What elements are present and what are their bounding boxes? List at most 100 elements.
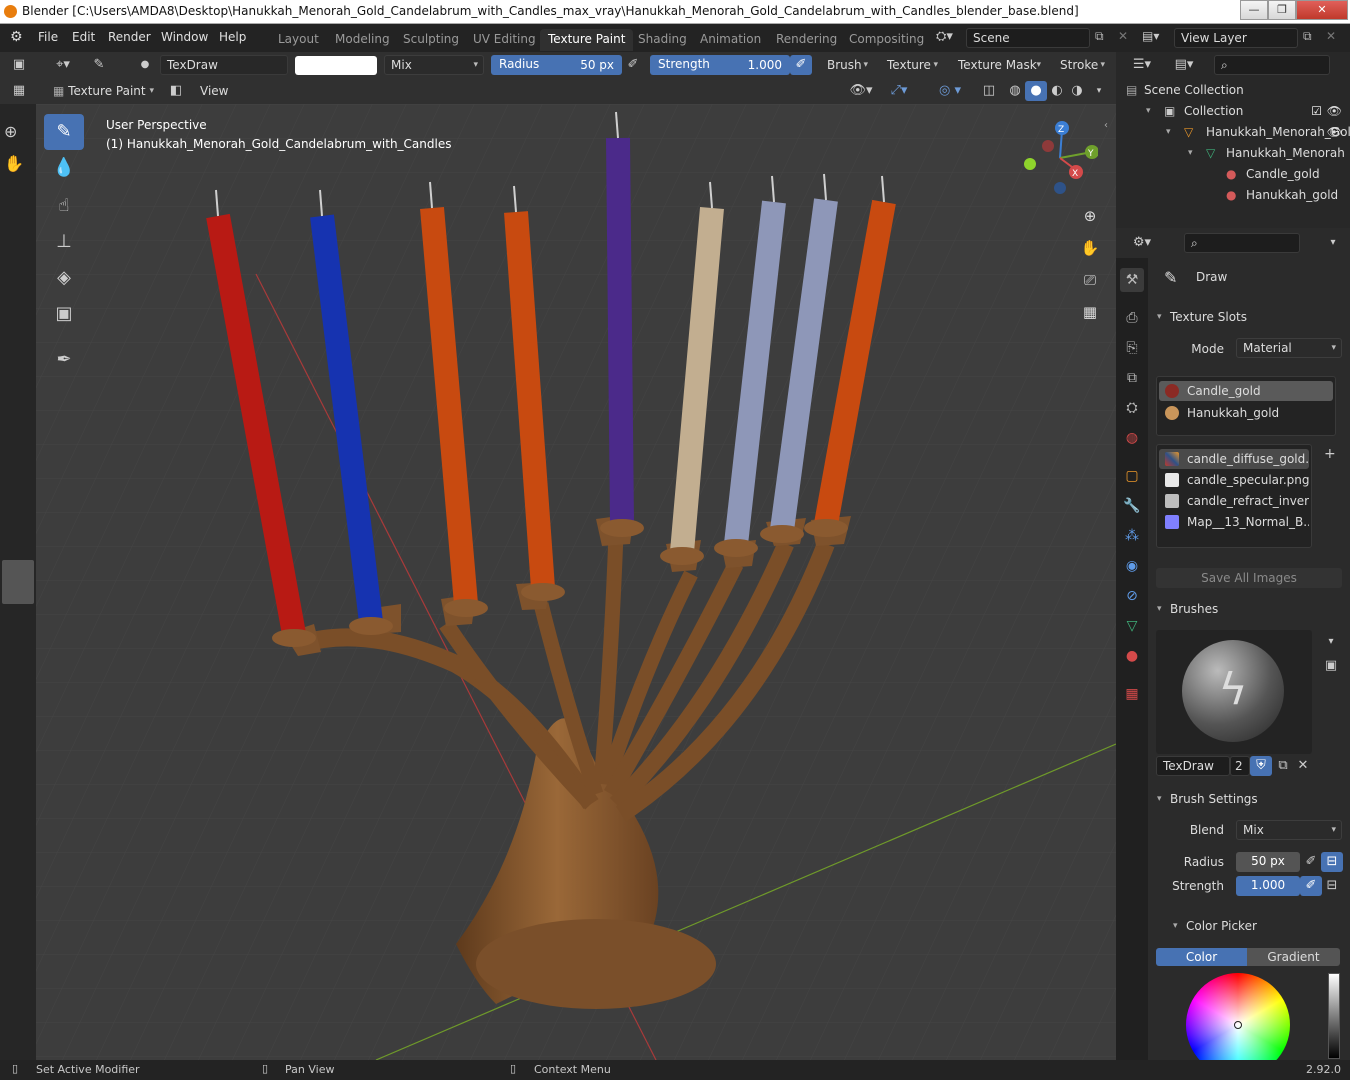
view-menu[interactable]: View [200, 84, 228, 98]
scene-name-field[interactable]: Scene [966, 28, 1090, 48]
particles-tab-icon[interactable]: ⁂ [1120, 524, 1144, 548]
xray-toggle-icon[interactable]: ◫ [978, 81, 1000, 101]
minimize-button[interactable]: — [1240, 0, 1268, 20]
menu-help[interactable]: Help [219, 30, 246, 44]
shading-options-icon[interactable]: ▾ [1088, 81, 1110, 101]
value-slider[interactable] [1328, 973, 1340, 1059]
texture-menu[interactable]: Texture ▾ [880, 55, 944, 75]
tab-uv-editing[interactable]: UV Editing [465, 29, 544, 51]
navigation-gizmo[interactable]: Z Y X [1018, 118, 1099, 198]
brush-menu[interactable]: Brush ▾ [820, 55, 874, 75]
delete-view-layer-icon[interactable]: ✕ [1326, 29, 1336, 43]
brush-user-count[interactable]: 2 [1230, 756, 1250, 776]
new-view-layer-icon[interactable]: ⧉ [1303, 29, 1312, 44]
overlay-toggle-icon[interactable]: ◎ ▾ [930, 81, 970, 101]
pan-hand-icon[interactable]: ✋ [1076, 234, 1104, 262]
save-all-images-button[interactable]: Save All Images [1156, 568, 1342, 588]
brush-icon[interactable]: ✎ [88, 55, 110, 75]
brush-color-swatch[interactable] [295, 56, 377, 75]
outliner-material-hanukkah[interactable]: ● Hanukkah_gold [1116, 185, 1350, 205]
mode-dropdown[interactable]: ▦ Texture Paint ▾ [46, 81, 160, 101]
constraints-tab-icon[interactable]: ⊘ [1120, 584, 1144, 608]
hand-icon[interactable]: ✋ [4, 154, 24, 173]
gizmo-toggle-icon[interactable]: ⤢▾ [884, 81, 914, 101]
color-picker-header[interactable]: ▾ Color Picker [1166, 914, 1346, 938]
outliner-object[interactable]: ▾ ▽ Hanukkah_Menorah_Gold_Candelabrum_wi… [1116, 122, 1350, 142]
strength-unit-toggle-icon[interactable]: ⊟ [1321, 876, 1343, 896]
outliner-collection[interactable]: ▾ ▣ Collection ☑ 👁 [1116, 101, 1350, 121]
tab-compositing[interactable]: Compositing [841, 29, 932, 51]
duplicate-brush-icon[interactable]: ⧉ [1272, 756, 1294, 776]
properties-search[interactable]: ⌕ [1184, 233, 1300, 253]
slot-mode-dropdown[interactable]: Material ▾ [1236, 338, 1342, 358]
material-item-candle[interactable]: Candle_gold [1159, 381, 1333, 401]
unlink-brush-icon[interactable]: ✕ [1292, 756, 1314, 776]
outliner-mesh[interactable]: ▾ ▽ Hanukkah_Menorah [1116, 143, 1350, 163]
view-layer-icon[interactable]: ▤▾ [1142, 29, 1159, 43]
brush-blend-dropdown[interactable]: Mix ▾ [1236, 820, 1342, 840]
side-scroll-tab[interactable] [2, 560, 34, 604]
soften-tool[interactable]: 💧 [44, 150, 84, 186]
ortho-grid-icon[interactable]: ▦ [1076, 298, 1104, 326]
strength-pressure-icon[interactable]: ✐ [790, 55, 812, 75]
properties-editor-icon[interactable]: ⚙▾ [1126, 233, 1158, 253]
world-tab-icon[interactable]: ◍ [1120, 426, 1144, 450]
scene-tab-icon[interactable]: ⛭ [1120, 396, 1144, 420]
menu-edit[interactable]: Edit [72, 30, 95, 44]
radius-unit-toggle-icon[interactable]: ⊟ [1321, 852, 1343, 872]
texture-tab-icon[interactable]: ▦ [1120, 682, 1144, 706]
maximize-button[interactable]: ❐ [1268, 0, 1296, 20]
data-tab-icon[interactable]: ▽ [1120, 614, 1144, 638]
mask-toggle-icon[interactable]: ◧ [165, 81, 187, 101]
tab-animation[interactable]: Animation [692, 29, 769, 51]
fake-user-shield-icon[interactable]: ⛨ [1250, 756, 1272, 776]
color-wheel-cursor[interactable] [1234, 1021, 1242, 1029]
tab-layout[interactable]: Layout [270, 29, 327, 51]
texture-slots-header[interactable]: ▾ Texture Slots [1150, 305, 1348, 329]
material-tab-icon[interactable]: ● [1120, 644, 1144, 668]
fill-tool[interactable]: ◈ [44, 260, 84, 296]
editor-type-icon[interactable]: ▣ [8, 55, 30, 75]
annotate-tool[interactable]: ✒ [44, 342, 84, 378]
radius-pressure-toggle-icon[interactable]: ✐ [1300, 852, 1322, 872]
physics-tab-icon[interactable]: ◉ [1120, 554, 1144, 578]
brush-datablock-name[interactable]: TexDraw [1156, 756, 1230, 776]
delete-scene-icon[interactable]: ✕ [1118, 29, 1128, 43]
radius-slider[interactable]: Radius 50 px [491, 55, 622, 75]
strength-pressure-toggle-icon[interactable]: ✐ [1300, 876, 1322, 896]
image-item-diffuse[interactable]: candle_diffuse_gold... [1159, 449, 1309, 469]
blend-mode-dropdown[interactable]: Mix ▾ [384, 55, 484, 75]
tool-settings-icon[interactable]: ⌖▾ [48, 55, 78, 75]
3d-viewport[interactable]: User Perspective (1) Hanukkah_Menorah_Go… [36, 104, 1116, 1060]
wireframe-shading-icon[interactable]: ◍ [1004, 81, 1026, 101]
outliner-scene-collection[interactable]: ▤ Scene Collection [1116, 80, 1350, 100]
new-scene-icon[interactable]: ⧉ [1095, 29, 1104, 44]
add-image-slot-icon[interactable]: + [1324, 446, 1336, 462]
candle-5[interactable] [606, 137, 634, 525]
zoom-region-icon[interactable]: ⊕ [4, 122, 17, 141]
image-item-specular[interactable]: candle_specular.png [1159, 470, 1309, 490]
brush-strength-slider[interactable]: 1.000 [1236, 876, 1300, 896]
view-layer-tab-icon[interactable]: ⧉ [1120, 366, 1144, 390]
outliner-search[interactable]: ⌕ [1214, 55, 1330, 75]
mask-tool[interactable]: ▣ [44, 296, 84, 332]
material-item-hanukkah[interactable]: Hanukkah_gold [1159, 403, 1333, 423]
brush-radius-slider[interactable]: 50 px [1236, 852, 1300, 872]
texture-mask-menu[interactable]: Texture Mask ▾ [951, 55, 1047, 75]
brush-browse-icon[interactable]: ● [134, 55, 156, 75]
menu-window[interactable]: Window [161, 30, 208, 44]
smear-tool[interactable]: ☝ [44, 188, 84, 224]
object-tab-icon[interactable]: ▢ [1120, 464, 1144, 488]
menu-render[interactable]: Render [108, 30, 151, 44]
radius-pressure-icon[interactable]: ✐ [622, 55, 644, 75]
brush-preview[interactable]: ϟ [1156, 630, 1312, 754]
zoom-icon[interactable]: ⊕ [1076, 202, 1104, 230]
render-tab-icon[interactable]: ⎙ [1120, 306, 1144, 330]
tab-texture-paint[interactable]: Texture Paint [540, 29, 634, 51]
tool-tab-icon[interactable]: ⚒ [1120, 268, 1144, 292]
close-button[interactable]: ✕ [1296, 0, 1348, 20]
tab-modeling[interactable]: Modeling [327, 29, 398, 51]
color-tab-button[interactable]: Color [1156, 948, 1247, 966]
sidebar-toggle-icon[interactable]: ‹ [1104, 120, 1108, 131]
gradient-tab-button[interactable]: Gradient [1247, 948, 1340, 966]
